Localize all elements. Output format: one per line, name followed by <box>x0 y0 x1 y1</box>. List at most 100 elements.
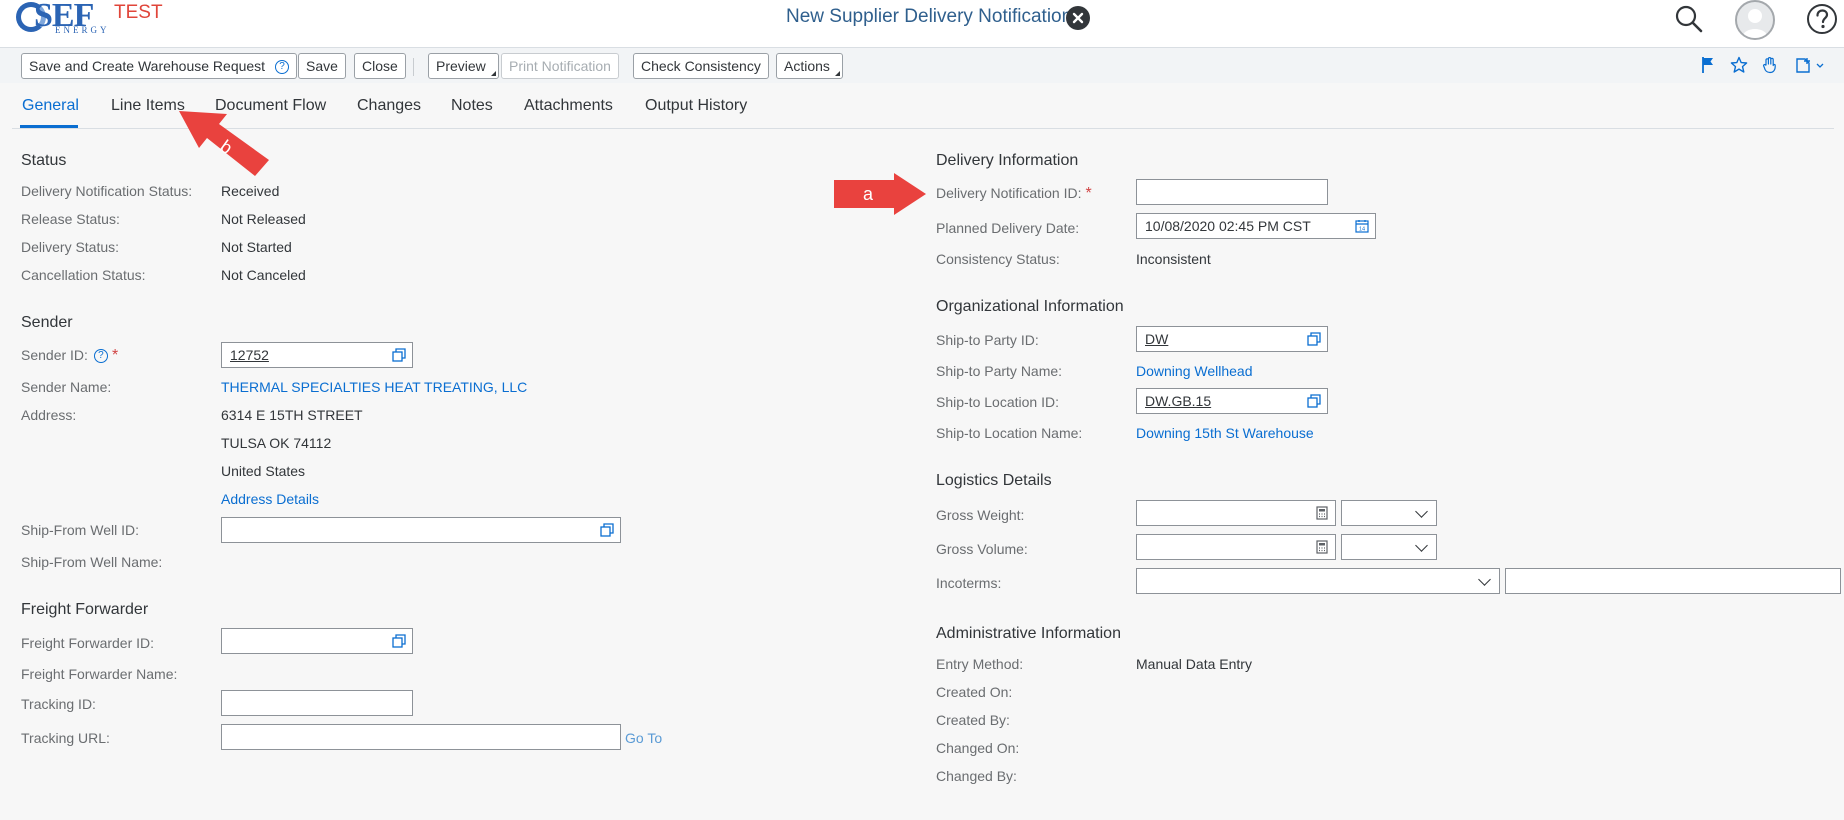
tab-line-items[interactable]: Line Items <box>111 97 185 115</box>
tab-bar: General Line Items Document Flow Changes… <box>0 83 1844 129</box>
consistency-status-value: Inconsistent <box>1136 251 1211 267</box>
ship-to-location-id-value: DW.GB.15 <box>1145 393 1212 409</box>
created-on-label: Created On: <box>936 684 1013 700</box>
value-help-icon[interactable] <box>392 348 406 362</box>
tab-attachments[interactable]: Attachments <box>524 97 613 115</box>
ship-from-well-name-label: Ship-From Well Name: <box>21 554 163 570</box>
search-icon[interactable] <box>1674 4 1704 39</box>
planned-delivery-date-label: Planned Delivery Date: <box>936 220 1080 236</box>
logo-subtext: ENERGY <box>55 25 110 35</box>
ship-from-well-id-label: Ship-From Well ID: <box>21 522 139 538</box>
sender-section-title: Sender <box>21 314 73 331</box>
object-toolbar: Save and Create Warehouse Request ? Save… <box>0 47 1844 83</box>
chevron-down-icon <box>1415 505 1428 518</box>
sender-id-value: 12752 <box>230 347 269 363</box>
user-avatar[interactable] <box>1735 0 1775 40</box>
freight-forwarder-id-input[interactable] <box>221 628 413 654</box>
help-icon[interactable] <box>1806 3 1838 40</box>
gross-weight-unit-select[interactable] <box>1341 500 1437 526</box>
tab-notes[interactable]: Notes <box>451 97 493 115</box>
save-button[interactable]: Save <box>298 53 346 79</box>
button-label: Preview <box>436 58 486 74</box>
svg-text:14: 14 <box>1359 227 1365 233</box>
ship-to-party-id-value: DW <box>1145 331 1169 347</box>
favorite-star-icon[interactable] <box>1730 56 1748 79</box>
tracking-url-input[interactable] <box>221 724 621 750</box>
delivery-information-section-title: Delivery Information <box>936 152 1079 169</box>
ship-to-party-name-link[interactable]: Downing Wellhead <box>1136 363 1252 379</box>
required-indicator: * <box>111 347 119 364</box>
address-details-link[interactable]: Address Details <box>221 491 319 507</box>
ship-to-party-id-label: Ship-to Party ID: <box>936 332 1039 348</box>
address-line-1: 6314 E 15TH STREET <box>221 407 363 423</box>
delivery-status-label: Delivery Status: <box>21 239 120 255</box>
delivery-status-value: Not Started <box>221 239 292 255</box>
menu-indicator-icon <box>834 71 840 76</box>
hand-icon[interactable] <box>1762 56 1778 79</box>
gross-weight-input[interactable] <box>1136 500 1336 526</box>
ship-to-location-name-label: Ship-to Location Name: <box>936 425 1083 441</box>
sender-name-link[interactable]: THERMAL SPECIALTIES HEAT TREATING, LLC <box>221 379 527 395</box>
app-title[interactable]: New Supplier Delivery Notification <box>786 6 1072 28</box>
ship-to-location-id-input[interactable]: DW.GB.15 <box>1136 388 1328 414</box>
value-help-icon[interactable] <box>1307 394 1321 408</box>
release-status-value: Not Released <box>221 211 306 227</box>
save-and-create-warehouse-request-button[interactable]: Save and Create Warehouse Request ? <box>21 53 297 79</box>
changed-on-label: Changed On: <box>936 740 1020 756</box>
print-notification-button[interactable]: Print Notification <box>501 53 619 79</box>
check-consistency-button[interactable]: Check Consistency <box>633 53 769 79</box>
entry-method-label: Entry Method: <box>936 656 1024 672</box>
flag-icon[interactable] <box>1700 56 1716 79</box>
go-to-link[interactable]: Go To <box>625 730 662 746</box>
release-status-label: Release Status: <box>21 211 120 227</box>
toolbar-separator <box>413 58 414 76</box>
incoterms-location-input[interactable] <box>1505 568 1841 594</box>
sender-name-label: Sender Name: <box>21 379 112 395</box>
administrative-information-section-title: Administrative Information <box>936 625 1121 642</box>
cancellation-status-value: Not Canceled <box>221 267 306 283</box>
ship-to-party-name-label: Ship-to Party Name: <box>936 363 1063 379</box>
ship-to-party-id-input[interactable]: DW <box>1136 326 1328 352</box>
calculator-icon[interactable] <box>1315 540 1329 554</box>
actions-menu-button[interactable]: Actions <box>776 53 843 79</box>
sender-id-input[interactable]: 12752 <box>221 342 413 368</box>
calendar-icon[interactable]: 14 <box>1355 219 1369 233</box>
delivery-notification-id-label-text: Delivery Notification ID: <box>936 185 1082 201</box>
delivery-notification-id-label: Delivery Notification ID: * <box>936 185 1092 203</box>
value-help-icon[interactable] <box>392 634 406 648</box>
close-icon[interactable] <box>1066 6 1090 30</box>
company-logo[interactable]: SEF ENERGY <box>8 0 107 40</box>
environment-label: TEST <box>114 2 163 23</box>
calculator-icon[interactable] <box>1315 506 1329 520</box>
delivery-notification-status-label: Delivery Notification Status: <box>21 183 193 199</box>
tab-changes[interactable]: Changes <box>357 97 421 115</box>
address-line-3: United States <box>221 463 306 479</box>
tab-output-history[interactable]: Output History <box>645 97 747 115</box>
created-by-label: Created By: <box>936 712 1010 728</box>
gross-volume-label: Gross Volume: <box>936 541 1028 557</box>
sender-id-label-text: Sender ID: <box>21 347 88 363</box>
gross-volume-input[interactable] <box>1136 534 1336 560</box>
ship-to-location-name-link[interactable]: Downing 15th St Warehouse <box>1136 425 1314 441</box>
logistics-details-section-title: Logistics Details <box>936 472 1052 489</box>
button-label: Close <box>362 58 398 74</box>
delivery-notification-id-input[interactable] <box>1136 179 1328 205</box>
value-help-icon[interactable] <box>1307 332 1321 346</box>
ship-to-location-id-label: Ship-to Location ID: <box>936 394 1059 410</box>
help-icon[interactable]: ? <box>93 349 108 364</box>
close-button[interactable]: Close <box>354 53 406 79</box>
menu-indicator-icon <box>490 71 496 76</box>
annotation-label-a: a <box>863 184 874 204</box>
incoterms-select[interactable] <box>1136 568 1500 594</box>
preview-menu-button[interactable]: Preview <box>428 53 499 79</box>
value-help-icon[interactable] <box>600 523 614 537</box>
planned-delivery-date-input[interactable]: 10/08/2020 02:45 PM CST 14 <box>1136 213 1376 239</box>
ship-from-well-id-input[interactable] <box>221 517 621 543</box>
tab-general[interactable]: General <box>22 97 79 115</box>
export-icon[interactable] <box>1795 56 1825 79</box>
tab-divider <box>12 128 1834 129</box>
tracking-id-input[interactable] <box>221 690 413 716</box>
cancellation-status-label: Cancellation Status: <box>21 267 146 283</box>
gross-volume-unit-select[interactable] <box>1341 534 1437 560</box>
button-label: Print Notification <box>509 58 611 74</box>
